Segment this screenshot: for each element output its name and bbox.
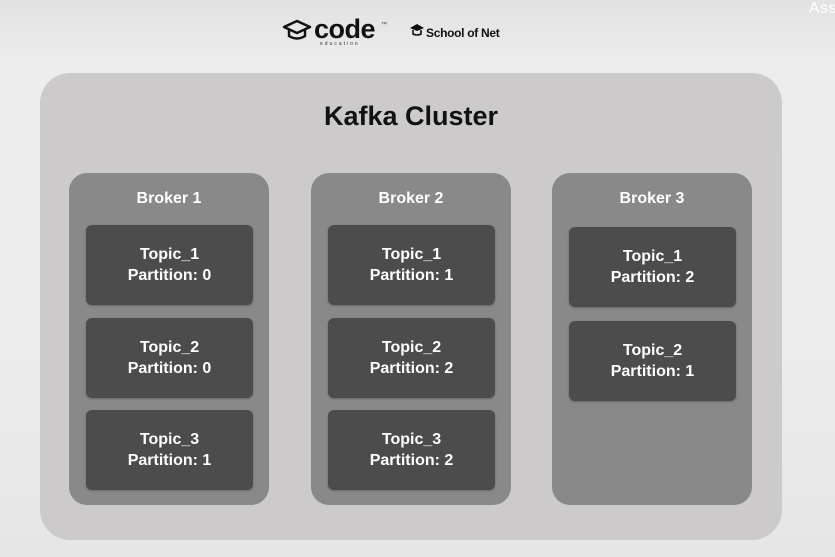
broker-3: Broker 3 Topic_1 Partition: 2 Topic_2 Pa… (552, 173, 752, 505)
topic-label: Topic_3 (381, 431, 442, 448)
partition-box: Topic_3 Partition: 1 (86, 410, 253, 490)
topic-label: Topic_3 (139, 431, 200, 448)
partition-box: Topic_2 Partition: 0 (86, 318, 253, 398)
broker-title: Broker 3 (619, 190, 685, 207)
broker-title: Broker 1 (136, 190, 202, 207)
partition-label: Partition: 2 (369, 360, 454, 377)
partition-box: Topic_2 Partition: 2 (328, 318, 495, 398)
topic-label: Topic_1 (139, 246, 200, 263)
partition-label: Partition: 2 (610, 269, 695, 286)
code-education-logo: code education ™ (282, 14, 387, 48)
trademark-mark: ™ (381, 22, 388, 28)
graduation-cap-icon (282, 19, 312, 40)
code-logo-word: code (314, 14, 376, 44)
school-of-net-logo: School of Net (409, 20, 500, 40)
topic-label: Topic_2 (381, 339, 442, 356)
partition-label: Partition: 0 (127, 360, 212, 377)
topic-label: Topic_2 (139, 339, 200, 356)
partition-label: Partition: 1 (127, 452, 212, 469)
partition-label: Partition: 1 (369, 267, 454, 284)
cluster-title: Kafka Cluster (323, 101, 499, 131)
topic-label: Topic_1 (381, 246, 442, 263)
partition-box: Topic_1 Partition: 2 (569, 227, 736, 307)
partition-box: Topic_1 Partition: 0 (86, 225, 253, 305)
partition-box: Topic_2 Partition: 1 (569, 321, 736, 401)
broker-title: Broker 2 (378, 190, 444, 207)
school-of-net-icon (410, 24, 424, 36)
topic-label: Topic_2 (622, 342, 683, 359)
broker-1: Broker 1 Topic_1 Partition: 0 Topic_2 Pa… (69, 173, 269, 505)
partition-box: Topic_3 Partition: 2 (328, 410, 495, 490)
partition-label: Partition: 2 (369, 452, 454, 469)
partition-box: Topic_1 Partition: 1 (328, 225, 495, 305)
school-of-net-text: School of Net (426, 26, 500, 40)
partition-label: Partition: 0 (127, 267, 212, 284)
topic-label: Topic_1 (622, 248, 683, 265)
kafka-cluster: Kafka Cluster Broker 1 Topic_1 Partition… (40, 73, 782, 540)
code-logo-subtitle: education (320, 41, 360, 47)
partition-label: Partition: 1 (610, 363, 695, 380)
broker-2: Broker 2 Topic_1 Partition: 1 Topic_2 Pa… (311, 173, 511, 505)
corner-caption: Ass (808, 0, 835, 17)
